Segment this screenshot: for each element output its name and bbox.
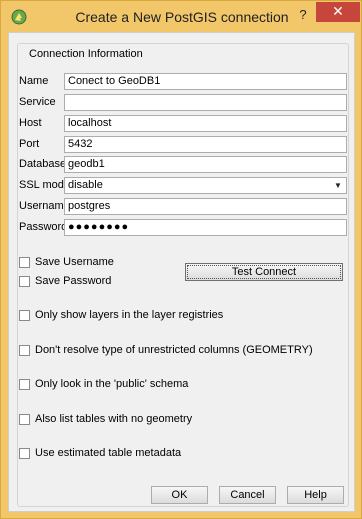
save-password-label: Save Password [35,275,112,287]
no-geometry-option[interactable]: Also list tables with no geometry [19,413,192,427]
public-schema-option[interactable]: Only look in the 'public' schema [19,378,188,392]
port-field[interactable]: 5432 [64,136,347,153]
save-username-checkbox[interactable] [19,257,30,268]
save-username-option[interactable]: Save Username [19,256,114,270]
dialog-window: Create a New PostGIS connection ? ✕ Conn… [0,0,362,519]
estimated-metadata-option[interactable]: Use estimated table metadata [19,447,181,461]
dont-resolve-label: Don't resolve type of unrestricted colum… [35,344,313,356]
ok-button[interactable]: OK [151,486,208,504]
public-schema-label: Only look in the 'public' schema [35,378,189,390]
port-label: Port [19,138,40,150]
close-button[interactable]: ✕ [316,2,360,22]
sslmode-select[interactable]: disable ▼ [64,177,347,194]
no-geometry-checkbox[interactable] [19,414,30,425]
save-password-checkbox[interactable] [19,276,30,287]
host-field[interactable]: localhost [64,115,347,132]
sslmode-value: disable [68,179,103,191]
only-registries-option[interactable]: Only show layers in the layer registries [19,309,223,323]
title-bar[interactable]: Create a New PostGIS connection ? ✕ [1,1,361,32]
database-label: Database [19,158,67,170]
dont-resolve-checkbox[interactable] [19,345,30,356]
only-registries-checkbox[interactable] [19,310,30,321]
name-label: Name [19,75,49,87]
estimated-metadata-label: Use estimated table metadata [35,447,182,459]
database-field[interactable]: geodb1 [64,156,347,173]
help-button[interactable]: Help [287,486,344,504]
group-title: Connection Information [26,48,146,60]
username-field[interactable]: postgres [64,198,347,215]
test-connect-button[interactable]: Test Connect [185,263,343,281]
no-geometry-label: Also list tables with no geometry [35,413,193,425]
save-password-option[interactable]: Save Password [19,275,111,289]
dont-resolve-option[interactable]: Don't resolve type of unrestricted colum… [19,344,313,358]
chevron-down-icon[interactable]: ▼ [332,179,344,192]
save-username-label: Save Username [35,256,114,268]
password-label: Password [19,221,68,233]
service-label: Service [19,96,56,108]
name-field[interactable]: Conect to GeoDB1 [64,73,347,90]
window-help-button[interactable]: ? [295,6,311,24]
sslmode-label: SSL mode [19,179,70,191]
public-schema-checkbox[interactable] [19,379,30,390]
only-registries-label: Only show layers in the layer registries [35,309,224,321]
host-label: Host [19,117,42,129]
service-field[interactable] [64,94,347,111]
username-label: Username [19,200,70,212]
cancel-button[interactable]: Cancel [219,486,276,504]
estimated-metadata-checkbox[interactable] [19,448,30,459]
password-field[interactable]: ●●●●●●●● [64,219,347,236]
dialog-body: Connection Information Name Conect to Ge… [8,32,355,512]
